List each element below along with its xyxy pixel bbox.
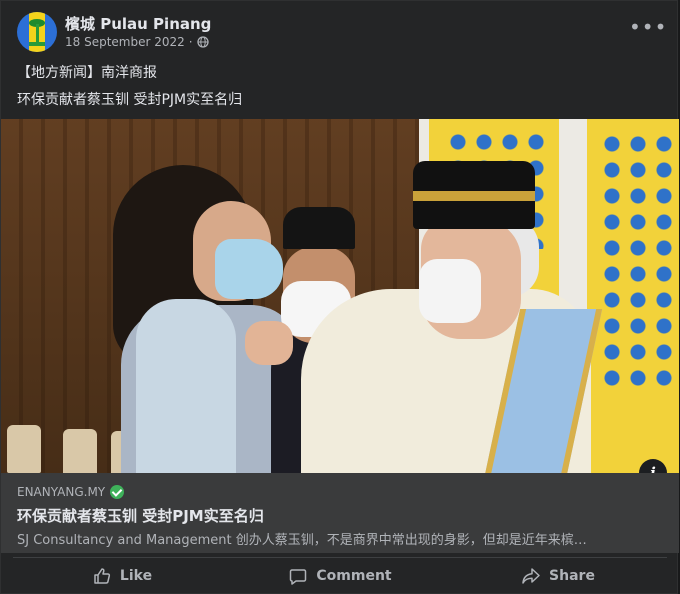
link-title[interactable]: 环保贡献者蔡玉钏 受封PJM实至名归 [17,505,264,526]
page-name-link[interactable]: 檳城 Pulau Pinang [65,13,211,34]
post-card: 檳城 Pulau Pinang 18 September 2022 · ••• … [0,0,679,594]
share-button[interactable]: Share [449,558,667,594]
comment-icon [290,569,307,585]
more-options-button[interactable]: ••• [629,15,668,43]
more-icon: ••• [629,15,668,39]
comment-label: Comment [316,568,392,584]
globe-icon [196,36,209,48]
action-bar: Like Comment Share [13,557,667,594]
post-date[interactable]: 18 September 2022 [65,35,185,49]
post-header: 檳城 Pulau Pinang 18 September 2022 · ••• [1,1,679,59]
share-icon [522,568,540,584]
post-text-line-2: 环保贡献者蔡玉钏 受封PJM实至名归 [17,92,243,108]
share-label: Share [549,568,595,584]
link-preview[interactable]: ENANYANG.MY 环保贡献者蔡玉钏 受封PJM实至名归 SJ Consul… [1,473,679,553]
link-description: SJ Consultancy and Management 创办人蔡玉钏，不是商… [17,533,587,548]
like-icon [94,568,111,584]
post-meta: 18 September 2022 · [65,35,209,49]
page-avatar[interactable] [17,12,57,52]
like-button[interactable]: Like [13,558,231,594]
post-photo[interactable]: i [1,119,679,473]
comment-button[interactable]: Comment [231,558,449,594]
like-label: Like [119,568,153,584]
post-text-line-1: 【地方新闻】南洋商报 [17,65,157,81]
link-domain-text: ENANYANG.MY [17,485,106,499]
meta-separator: · [188,35,193,49]
link-domain: ENANYANG.MY [17,485,125,499]
verified-icon [110,485,125,499]
